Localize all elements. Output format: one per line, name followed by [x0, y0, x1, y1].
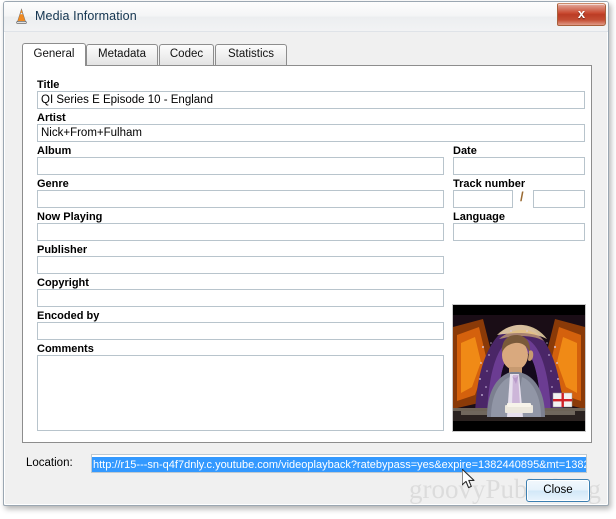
- tab-codec[interactable]: Codec: [159, 44, 214, 65]
- media-information-window: Media Information x General Metadata Cod…: [3, 1, 609, 506]
- title-bar[interactable]: Media Information x: [4, 2, 608, 32]
- date-input[interactable]: [453, 157, 585, 175]
- screen: Media Information x General Metadata Cod…: [0, 0, 616, 519]
- track-separator: /: [520, 189, 524, 204]
- copyright-label: Copyright: [37, 277, 89, 289]
- album-art-image: [453, 305, 585, 431]
- artist-label: Artist: [37, 112, 66, 124]
- track-number-label: Track number: [453, 178, 526, 190]
- genre-label: Genre: [37, 178, 69, 190]
- close-button[interactable]: Close: [526, 479, 590, 502]
- publisher-input[interactable]: [37, 256, 444, 274]
- encoded-by-input[interactable]: [37, 322, 444, 340]
- artist-input[interactable]: [37, 124, 585, 142]
- close-icon: x: [577, 6, 586, 21]
- track-number-input[interactable]: [453, 190, 513, 208]
- location-url-text: http://r15---sn-q4f7dnly.c.youtube.com/v…: [92, 457, 586, 472]
- title-input[interactable]: [37, 91, 585, 109]
- language-input[interactable]: [453, 223, 585, 241]
- tab-codec-label: Codec: [169, 48, 204, 60]
- tab-metadata-label: Metadata: [98, 48, 146, 60]
- comments-label: Comments: [37, 343, 94, 355]
- album-art-thumbnail[interactable]: [452, 304, 586, 432]
- tab-metadata[interactable]: Metadata: [86, 44, 158, 65]
- titlebar-close-button[interactable]: x: [557, 3, 606, 26]
- location-label: Location:: [26, 457, 73, 469]
- encoded-by-label: Encoded by: [37, 310, 100, 322]
- track-total-input[interactable]: [533, 190, 585, 208]
- date-label: Date: [453, 145, 477, 157]
- comments-textarea[interactable]: [37, 355, 444, 431]
- album-input[interactable]: [37, 157, 444, 175]
- close-button-label: Close: [543, 484, 573, 496]
- tab-general[interactable]: General: [22, 43, 86, 66]
- location-input[interactable]: http://r15---sn-q4f7dnly.c.youtube.com/v…: [91, 454, 587, 473]
- genre-input[interactable]: [37, 190, 444, 208]
- window-title: Media Information: [35, 9, 137, 23]
- now-playing-label: Now Playing: [37, 211, 103, 223]
- album-label: Album: [37, 145, 72, 157]
- vlc-cone-icon: [13, 8, 30, 25]
- title-label: Title: [37, 79, 60, 91]
- tab-statistics[interactable]: Statistics: [215, 44, 287, 65]
- now-playing-input[interactable]: [37, 223, 444, 241]
- publisher-label: Publisher: [37, 244, 88, 256]
- language-label: Language: [453, 211, 505, 223]
- copyright-input[interactable]: [37, 289, 444, 307]
- tab-statistics-label: Statistics: [227, 48, 274, 60]
- tab-general-label: General: [33, 48, 75, 60]
